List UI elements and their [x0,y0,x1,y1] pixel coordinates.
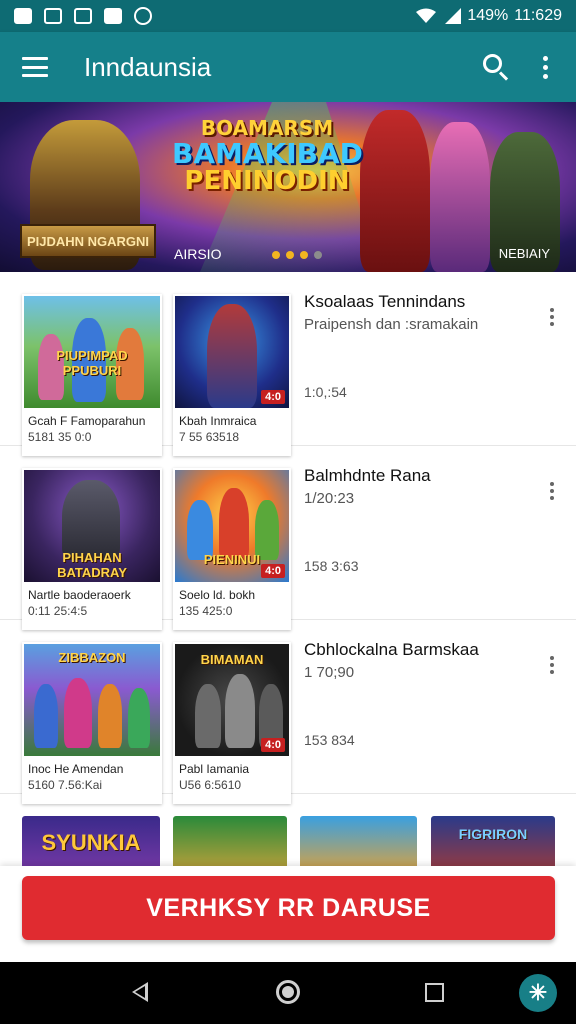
item-stat: 153 834 [304,732,355,748]
card-meta: 5160 7.56:Kai [28,778,103,792]
card-meta: 135 425:0 [179,604,233,618]
banner-title: BOAMARSM BAMAKIBAD PENINODIN [172,116,363,197]
rating-badge: 4:0 [261,738,285,752]
card-meta: 0:11 25:4:5 [28,604,88,618]
page-dot[interactable] [272,251,280,259]
game-thumbnail: BIMAMAN 4:0 [175,644,289,756]
menu-icon[interactable] [22,57,48,77]
item-title: Cbhlockalna Barmskaa [304,640,479,659]
more-options-icon[interactable] [550,656,554,674]
card-meta: U56 6:5610 [179,778,242,792]
tile-title: SYUNKIA [41,830,141,855]
list-item[interactable]: PIHAHAN BATADRAY Nartle baoderaoerk 0:11… [0,446,576,630]
banner-hero-red-warrior [360,110,430,272]
page-dot[interactable] [314,251,322,259]
tile-title: FIGRIRON [458,826,528,842]
app-bar: Inndaunsia [0,32,576,102]
wifi-icon [416,8,437,23]
item-subtitle: 1/20:23 [304,490,355,507]
image-icon [44,8,62,24]
banner-title-line2: BAMAKIBAD [172,137,363,170]
clock: 11:629 [514,7,562,24]
game-thumbnail: PIENINUI 4:0 [175,470,289,582]
item-info: Cbhlockalna Barmskaa 1 70;90 153 834 [304,640,534,748]
primary-cta-button[interactable]: VERHKSY RR DARUSE [22,876,555,940]
game-card[interactable]: 4:0 Kbah Inmraica 7 55 63518 [173,294,291,456]
rating-badge: 4:0 [261,390,285,404]
item-stat: 1:0,:54 [304,384,347,400]
card-meta: 5181 35 0:0 [28,430,92,444]
card-caption: Pabl Iamania [179,762,250,776]
item-title: Ksoalaas Tennindans [304,292,466,311]
more-games-strip: SYUNKIA FIGRIRON [0,812,576,872]
game-tile[interactable] [300,816,417,872]
rating-badge: 4:0 [261,564,285,578]
banner-title-line1: BOAMARSM [200,116,334,140]
item-subtitle: Praipensh dan :sramakain [304,316,479,333]
more-options-icon[interactable] [550,482,554,500]
game-thumbnail: 4:0 [175,296,289,408]
card-caption: Soelo ld. bokh [179,588,256,602]
card-caption: Gcah F Famoparahun [28,414,146,428]
banner-left-label: AIRSIO [174,246,222,262]
item-info: Ksoalaas Tennindans Praipensh dan :srama… [304,292,534,400]
camera-icon [134,7,152,25]
game-card[interactable]: PIUPIMPAD PPUBURI Gcah F Famoparahun 518… [22,294,162,456]
game-card[interactable]: PIHAHAN BATADRAY Nartle baoderaoerk 0:11… [22,468,162,630]
banner-page-indicator [272,251,322,259]
status-notifications [14,7,152,25]
app-icon [74,8,92,24]
item-stat: 158 3:63 [304,558,359,574]
thumbnail-title: BIMAMAN [200,652,264,667]
banner-hero-pink-warrior [430,122,490,272]
list-item[interactable]: ZIBBAZON Inoc He Amendan 5160 7.56:Kai B… [0,620,576,804]
item-title: Balmhdnte Rana [304,466,431,485]
page-dot[interactable] [286,251,294,259]
assistant-icon[interactable]: ✳ [519,974,557,1012]
notification-icon [14,8,32,24]
item-info: Balmhdnte Rana 1/20:23 158 3:63 [304,466,534,574]
signal-icon [445,8,462,24]
status-bar: 149% 11:629 [0,0,576,32]
recents-icon[interactable] [425,983,444,1002]
card-caption: Nartle baoderaoerk [28,588,131,602]
more-options-icon[interactable] [550,308,554,326]
thumbnail-title: PIHAHAN BATADRAY [57,550,127,580]
banner-title-line3: PENINODIN [184,166,350,197]
card-caption: Kbah Inmraica [179,414,257,428]
game-tile[interactable]: SYUNKIA [22,816,160,872]
game-tile[interactable]: FIGRIRON [431,816,555,872]
game-thumbnail: PIUPIMPAD PPUBURI [24,296,160,408]
game-thumbnail: PIHAHAN BATADRAY [24,470,160,582]
thumbnail-title: PIUPIMPAD PPUBURI [56,348,128,378]
page-dot[interactable] [300,251,308,259]
item-subtitle: 1 70;90 [304,664,355,681]
navigation-bar: ✳ [0,962,576,1024]
battery-level: 149% [467,7,509,24]
game-card[interactable]: ZIBBAZON Inoc He Amendan 5160 7.56:Kai [22,642,162,804]
bookmark-icon [104,8,122,24]
featured-banner[interactable]: BOAMARSM BAMAKIBAD PENINODIN PIJDAHN NGA… [0,102,576,272]
home-icon[interactable] [276,980,300,1004]
search-icon[interactable] [483,54,509,81]
app-title: Inndaunsia [84,51,212,82]
back-icon[interactable] [132,982,148,1002]
list-item[interactable]: PIUPIMPAD PPUBURI Gcah F Famoparahun 518… [0,272,576,456]
thumbnail-title: ZIBBAZON [58,650,126,665]
banner-right-label: NEBIAIY [498,246,550,261]
game-card[interactable]: BIMAMAN 4:0 Pabl Iamania U56 6:5610 [173,642,291,804]
overflow-menu-icon[interactable] [543,55,548,79]
banner-plaque: PIJDAHN NGARGNI [20,224,156,258]
game-card[interactable]: PIENINUI 4:0 Soelo ld. bokh 135 425:0 [173,468,291,630]
game-thumbnail: ZIBBAZON [24,644,160,756]
game-tile[interactable] [173,816,287,872]
cta-container: VERHKSY RR DARUSE [0,866,576,962]
status-system: 149% 11:629 [415,7,562,25]
card-meta: 7 55 63518 [179,430,240,444]
card-caption: Inoc He Amendan [28,762,124,776]
